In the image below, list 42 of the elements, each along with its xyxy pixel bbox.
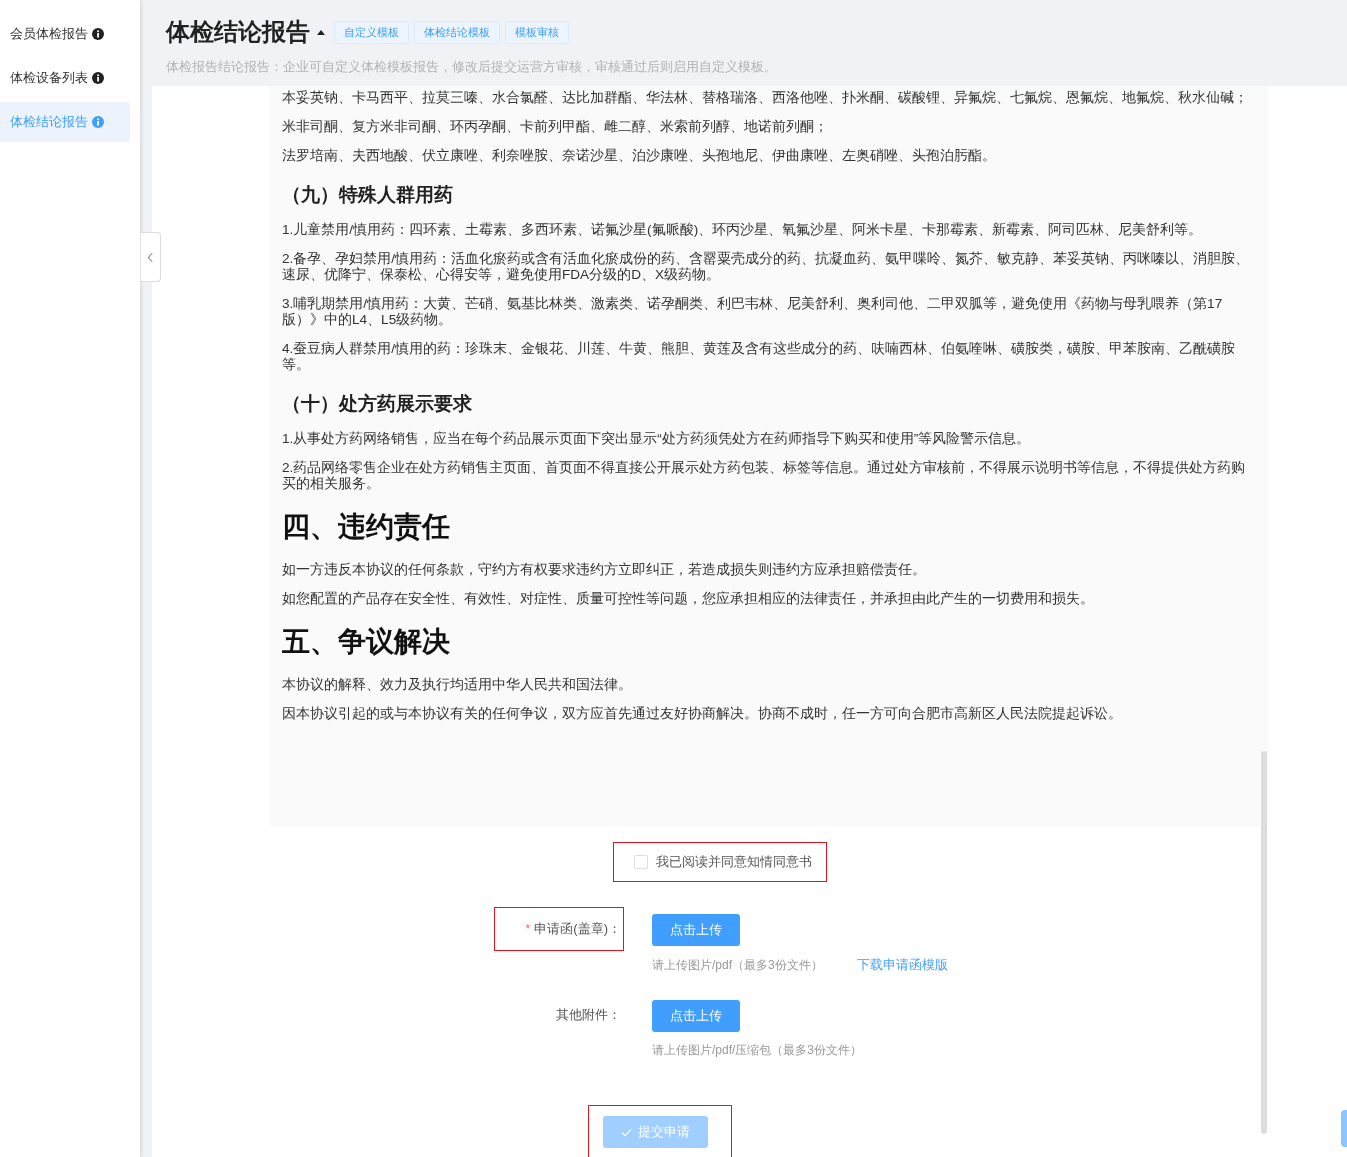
check-icon: [620, 1127, 632, 1137]
subsection-heading: （九）特殊人群用药: [282, 183, 454, 207]
upload-hint: 请上传图片/pdf/压缩包（最多3份文件）: [652, 1042, 863, 1059]
collapse-handle[interactable]: [141, 232, 161, 282]
agreement-paragraph: 本妥英钠、卡马西平、拉莫三嗪、水合氯醛、达比加群酯、华法林、替格瑞洛、西洛他唑、扑米酮、碳酸锂、异氟烷、七氟烷、恩氟烷、地氟烷、秋水仙碱；: [282, 90, 1249, 106]
agreement-paragraph: 1.从事处方药网络销售，应当在每个药品展示页面下突出显示“处方药须凭处方在药师指导下购买和使用”等风险警示信息。: [282, 431, 1032, 447]
caret-up-icon[interactable]: [317, 29, 325, 35]
agreement-paragraph: 如您配置的产品存在安全性、有效性、对症性、质量可控性等问题，您应承担相应的法律责任，并承担由此产生的一切费用和损失。: [282, 591, 1095, 607]
chevron-left-icon: [147, 251, 154, 263]
agreement-paragraph: 如一方违反本协议的任何条款，守约方有权要求违约方立即纠正，若造成损失则违约方应承担赔偿责任。: [282, 562, 927, 578]
subsection-heading: （十）处方药展示要求: [282, 392, 473, 416]
floating-tab[interactable]: [1341, 1110, 1347, 1147]
field-label: * 申请函(盖章)：: [494, 907, 624, 951]
info-icon: [92, 72, 104, 84]
page-description: 体检报告结论报告：企业可自定义体检模板报告，修改后提交运营方审核，审核通过后则启用自定义模板。: [166, 58, 778, 76]
template-tag[interactable]: 体检结论模板: [414, 20, 500, 44]
agreement-paragraph: 本协议的解释、效力及执行均适用中华人民共和国法律。: [282, 677, 633, 693]
agreement-paragraph: 因本协议引起的或与本协议有关的任何争议，双方应首先通过友好协商解决。协商不成时，任一方可向合肥市高新区人民法院提起诉讼。: [282, 706, 1123, 722]
field-label: 其他附件：: [555, 1006, 622, 1024]
consent-checkbox[interactable]: 我已阅读并同意知情同意书: [612, 842, 827, 882]
template-tag[interactable]: 自定义模板: [334, 20, 409, 44]
agreement-paragraph: 2.备孕、孕妇禁用/慎用药：活血化瘀药或含有活血化瘀成份的药、含罂粟壳成分的药、抗凝血药、氨甲喋呤、氮芥、敏克静、苯妥英钠、丙咪嗪以、消胆胺、速尿、优降宁、保泰松、心得安等，避免使用FDA分级的D、X级药物。: [282, 251, 1251, 283]
download-template-link[interactable]: 下载申请函模版: [856, 956, 948, 974]
upload-hint: 请上传图片/pdf（最多3份文件）: [652, 956, 823, 974]
info-icon: [92, 28, 104, 40]
sidebar-item[interactable]: 体检结论报告: [0, 102, 130, 142]
page-title: 体检结论报告: [166, 17, 310, 47]
agreement-paragraph: 4.蚕豆病人群禁用/慎用的药：珍珠末、金银花、川莲、牛黄、熊胆、黄莲及含有这些成分的药、呋喃西林、伯氨喹啉、磺胺类，磺胺、甲苯胺南、乙酰磺胺等。: [282, 341, 1237, 373]
agreement-paragraph: 法罗培南、夫西地酸、伏立康唑、利奈唑胺、奈诺沙星、泊沙康唑、头孢地尼、伊曲康唑、左奥硝唑、头孢泊肟酯。: [282, 148, 997, 164]
upload-button[interactable]: 点击上传: [652, 1000, 740, 1032]
scrollbar[interactable]: [1261, 751, 1267, 1134]
agreement-paragraph: 米非司酮、复方米非司酮、环丙孕酮、卡前列甲酯、雌二醇、米索前列醇、地诺前列酮；: [282, 119, 829, 135]
info-icon: [92, 116, 104, 128]
template-tag[interactable]: 模板审核: [505, 20, 569, 44]
agreement-paragraph: 3.哺乳期禁用/慎用药：大黄、芒硝、氨基比林类、激素类、诺孕酮类、利巴韦林、尼美舒利、奥利司他、二甲双胍等，避免使用《药物与母乳喂养（第17版）》中的L4、L5级药物。: [282, 296, 1224, 328]
sidebar-item[interactable]: 会员体检报告: [0, 14, 130, 54]
section-heading: 五、争议解决: [282, 625, 451, 659]
upload-button[interactable]: 点击上传: [652, 914, 740, 946]
agreement-paragraph: 1.儿童禁用/慎用药：四环素、土霉素、多西环素、诺氟沙星(氟哌酸)、环丙沙星、氧氟沙星、阿米卡星、卡那霉素、新霉素、阿司匹林、尼美舒利等。: [282, 222, 1204, 238]
sidebar-item[interactable]: 体检设备列表: [0, 58, 130, 98]
agreement-paragraph: 2.药品网络零售企业在处方药销售主页面、首页面不得直接公开展示处方药包装、标签等信息。通过处方审核前，不得展示说明书等信息，不得提供处方药购买的相关服务。: [282, 460, 1247, 492]
section-heading: 四、违约责任: [282, 510, 451, 544]
